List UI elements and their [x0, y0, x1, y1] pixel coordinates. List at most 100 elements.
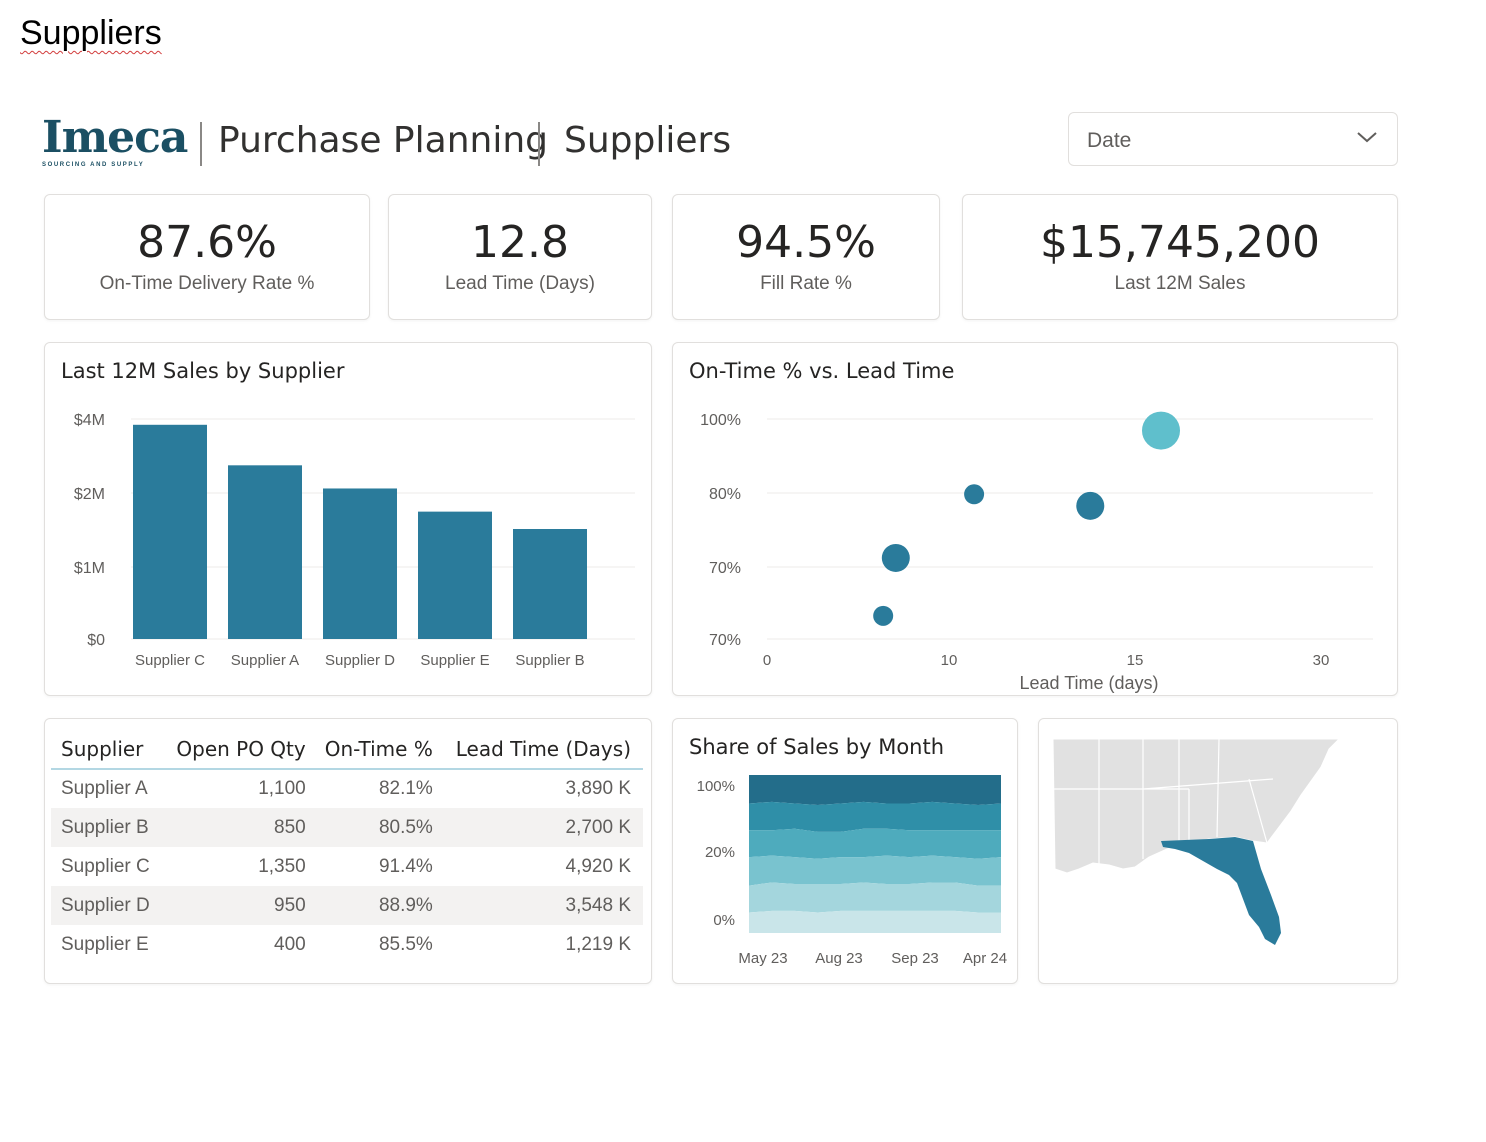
scatter-chart-panel: On-Time % vs. Lead Time 70% 70% 80% 100% 0 10… [672, 342, 1398, 696]
scatter-y-tick-label: 80% [709, 486, 741, 503]
kpi-label: Lead Time (Days) [445, 273, 595, 294]
bar-chart: $0 $1M $2M $4M Supplier C Supplier A Supplier … [74, 412, 635, 669]
kpi-value: 94.5% [736, 217, 876, 268]
kpi-label: On-Time Delivery Rate % [99, 273, 315, 294]
area-series-band[interactable] [749, 882, 1001, 913]
area-y-tick-label: 20% [705, 844, 735, 861]
bar[interactable] [418, 511, 492, 639]
scatter-y-tick-label: 70% [709, 560, 741, 577]
table-cell: Supplier C [61, 855, 150, 877]
bar[interactable] [133, 424, 207, 639]
scatter-point[interactable] [1142, 411, 1180, 450]
table-cell: 4,920 K [565, 855, 632, 877]
scatter-x-tick-label: 30 [1313, 652, 1330, 669]
kpi-card-fill-rate: 94.5% Fill Rate % [672, 194, 940, 320]
area-x-tick-label: Aug 23 [815, 950, 863, 967]
table-cell: Supplier D [61, 894, 150, 916]
date-slicer-label: Date [1087, 129, 1132, 152]
column-header[interactable]: Lead Time (Days) [445, 729, 643, 769]
area-chart: 0% 20% 100% May 23 Aug 23 Sep 23 Apr 24 [697, 775, 1007, 967]
table-cell: 400 [274, 933, 306, 955]
table-cell: 850 [274, 816, 306, 838]
bar-chart-panel: Last 12M Sales by Supplier $0 $1M $2M $4M Su… [44, 342, 652, 696]
scatter-x-tick-label: 0 [763, 652, 771, 669]
table-row[interactable]: Supplier C 1,350 91.4% 4,920 K [51, 847, 643, 886]
section-title: Purchase Planning [218, 120, 548, 161]
table-cell: 950 [274, 894, 306, 916]
bar[interactable] [323, 488, 397, 639]
table-cell: 3,548 K [565, 894, 632, 916]
kpi-label: Last 12M Sales [1114, 273, 1246, 294]
table-cell: 88.9% [378, 894, 433, 916]
table-cell: 80.5% [378, 816, 433, 838]
table-cell: 82.1% [378, 778, 433, 799]
scatter-point[interactable] [1076, 491, 1105, 520]
area-series-band[interactable] [749, 775, 1001, 806]
logo-wordmark: Imeca [42, 112, 188, 163]
bar-x-tick-label: Supplier B [515, 652, 584, 669]
column-header[interactable]: Open PO Qty [168, 729, 318, 769]
bar-y-tick-label: $0 [87, 632, 105, 649]
table-row[interactable]: Supplier E 400 85.5% 1,219 K [51, 925, 643, 964]
bar-x-tick-label: Supplier A [231, 652, 299, 669]
scatter-x-axis-label: Lead Time (days) [1019, 673, 1158, 693]
kpi-card-lead-time: 12.8 Lead Time (Days) [388, 194, 652, 320]
area-series-band[interactable] [749, 828, 1001, 859]
company-logo: Imeca SOURCING AND SUPPLY [42, 112, 188, 169]
bar[interactable] [513, 529, 587, 639]
column-header[interactable]: On-Time % [318, 729, 445, 769]
area-y-tick-label: 0% [713, 912, 735, 929]
kpi-value: $15,745,200 [1040, 217, 1320, 268]
scatter-point[interactable] [964, 484, 985, 505]
date-slicer[interactable]: Date [1068, 112, 1398, 166]
table-cell: Supplier A [61, 778, 148, 799]
bar-y-tick-label: $2M [74, 486, 105, 503]
bar-y-tick-label: $4M [74, 412, 105, 429]
scatter-y-tick-label: 100% [700, 412, 741, 429]
kpi-value: 12.8 [471, 217, 569, 268]
table-cell: 2,700 K [565, 816, 632, 838]
header-divider [538, 122, 540, 166]
bar-x-tick-label: Supplier D [325, 652, 395, 669]
chevron-down-icon [1357, 132, 1377, 143]
table-cell: 1,219 K [565, 933, 632, 955]
document-title: Suppliers [20, 14, 162, 52]
kpi-card-last-12m-sales: $15,745,200 Last 12M Sales [962, 194, 1398, 320]
area-series-band[interactable] [749, 855, 1001, 886]
area-series-band[interactable] [749, 801, 1001, 832]
table-header-row: Supplier Open PO Qty On-Time % Lead Time… [51, 729, 643, 769]
column-header[interactable]: Supplier [51, 729, 168, 769]
bar-y-tick-label: $1M [74, 560, 105, 577]
map-panel [1038, 718, 1398, 984]
area-y-tick-label: 100% [697, 778, 735, 795]
table-cell: Supplier E [61, 933, 149, 955]
kpi-card-on-time-delivery: 87.6% On-Time Delivery Rate % [44, 194, 370, 320]
page-title: Suppliers [564, 120, 732, 161]
scatter-point[interactable] [873, 605, 894, 626]
area-chart-panel: Share of Sales by Month 0% 20% 100% May 23 A… [672, 718, 1018, 984]
scatter-y-tick-label: 70% [709, 632, 741, 649]
table-row[interactable]: Supplier D 950 88.9% 3,548 K [51, 886, 643, 925]
supplier-table: Supplier Open PO Qty On-Time % Lead Time… [51, 729, 643, 964]
table-row[interactable]: Supplier B 850 80.5% 2,700 K [51, 808, 643, 847]
kpi-label: Fill Rate % [760, 273, 852, 294]
bar[interactable] [228, 465, 302, 639]
table-cell: 3,890 K [565, 778, 632, 799]
supplier-table-panel: Supplier Open PO Qty On-Time % Lead Time… [44, 718, 652, 984]
table-cell: Supplier B [61, 816, 149, 838]
table-cell: 85.5% [378, 933, 433, 955]
scatter-x-tick-label: 15 [1127, 652, 1144, 669]
scatter-point[interactable] [881, 543, 910, 572]
area-x-tick-label: May 23 [738, 950, 787, 967]
table-cell: 1,100 [258, 778, 306, 799]
southeast-us-map [1052, 738, 1341, 945]
area-series-band[interactable] [749, 910, 1001, 933]
map-state-florida[interactable] [1161, 837, 1281, 945]
scatter-x-tick-label: 10 [941, 652, 958, 669]
bar-x-tick-label: Supplier E [420, 652, 489, 669]
table-row[interactable]: Supplier A 1,100 82.1% 3,890 K [51, 769, 643, 808]
bar-x-tick-label: Supplier C [135, 652, 205, 669]
kpi-value: 87.6% [137, 217, 277, 268]
table-cell: 91.4% [378, 855, 433, 877]
header-divider [200, 122, 202, 166]
